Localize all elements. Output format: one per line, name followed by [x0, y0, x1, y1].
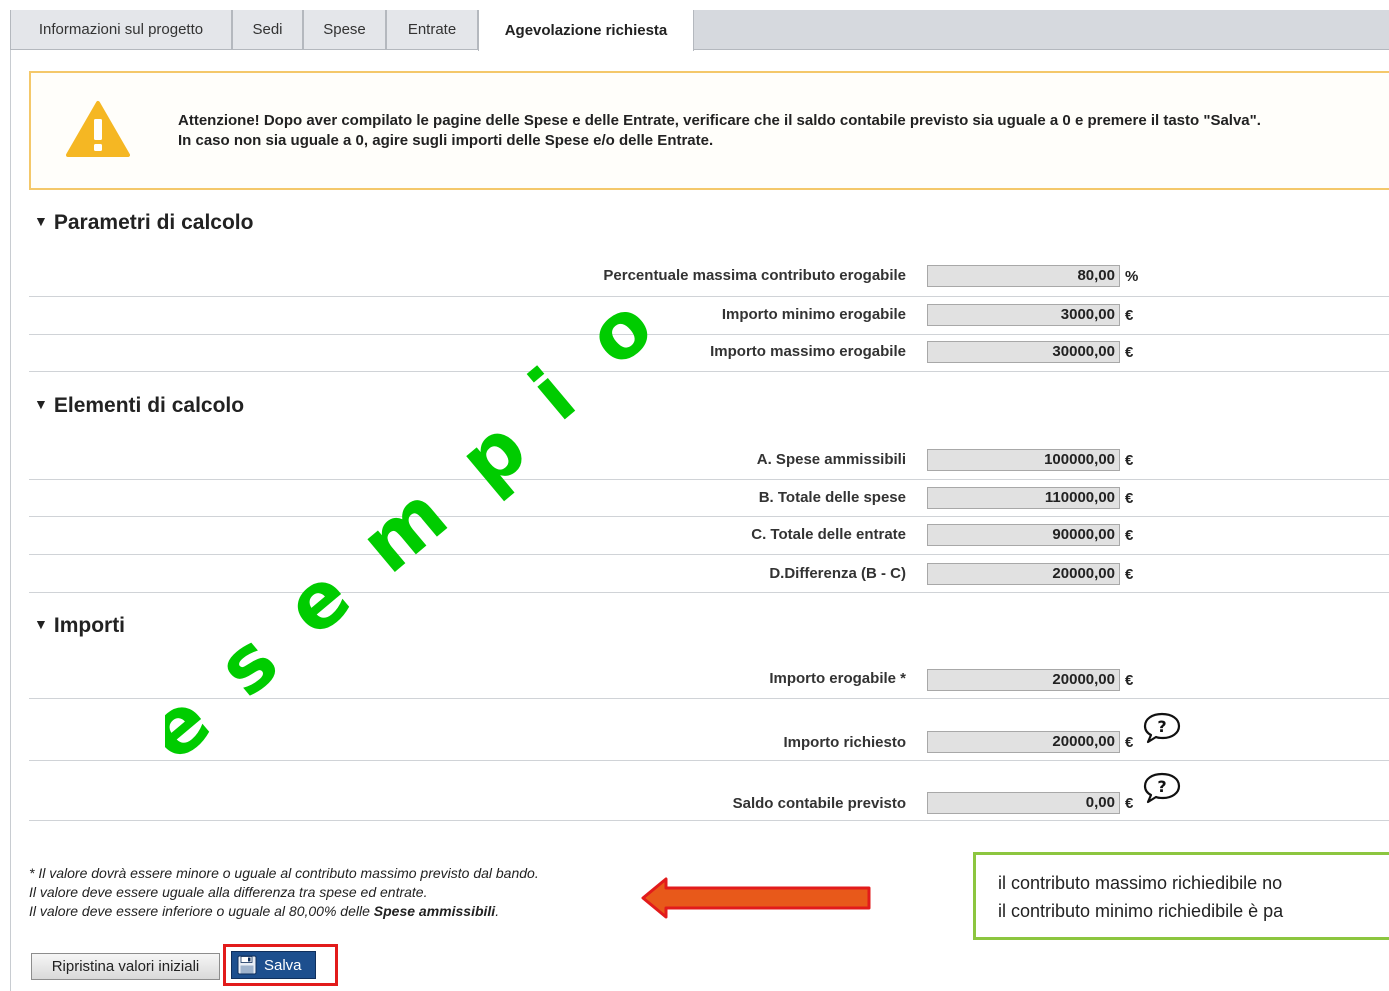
label-differenza: D.Differenza (B - C)	[769, 565, 906, 582]
field-differenza: 20000,00	[927, 563, 1120, 585]
row-divider	[29, 820, 1389, 821]
footnote-1: * Il valore dovrà essere minore o uguale…	[29, 865, 539, 881]
tab-agevolazione-richiesta[interactable]: Agevolazione richiesta	[478, 10, 694, 51]
field-importo-erogabile: 20000,00	[927, 669, 1120, 691]
tab-bar: Informazioni sul progetto Sedi Spese Ent…	[10, 10, 1389, 51]
annotation-line-1: il contributo massimo richiedibile no	[998, 873, 1283, 893]
field-saldo-contabile: 0,00	[927, 792, 1120, 814]
field-totale-entrate: 90000,00	[927, 524, 1120, 546]
footnotes: * Il valore dovrà essere minore o uguale…	[29, 864, 539, 921]
section-parametri-label: Parametri di calcolo	[53, 211, 254, 234]
row-divider	[29, 760, 1389, 761]
unit-euro: €	[1125, 452, 1134, 469]
unit-euro: €	[1125, 490, 1134, 507]
section-elementi-title[interactable]: ▼ Elementi di calcolo	[34, 394, 244, 418]
field-totale-spese: 110000,00	[927, 487, 1120, 509]
annotation-note: il contributo massimo richiedibile no il…	[973, 852, 1389, 940]
label-importo-richiesto: Importo richiesto	[783, 734, 906, 751]
warning-alert: Attenzione! Dopo aver compilato le pagin…	[29, 71, 1389, 190]
collapse-triangle-icon: ▼	[34, 396, 48, 412]
unit-euro: €	[1125, 672, 1134, 689]
annotation-arrow	[641, 877, 871, 919]
warning-icon	[66, 101, 130, 157]
section-parametri-title[interactable]: ▼ Parametri di calcolo	[34, 211, 253, 235]
row-divider	[29, 554, 1389, 555]
section-importi-title[interactable]: ▼ Importi	[34, 614, 125, 638]
label-importo-massimo: Importo massimo erogabile	[710, 343, 906, 360]
row-divider	[29, 592, 1389, 593]
save-button[interactable]: Salva	[231, 951, 316, 979]
footnote-2: Il valore deve essere uguale alla differ…	[29, 884, 428, 900]
unit-euro: €	[1125, 307, 1134, 324]
label-totale-entrate: C. Totale delle entrate	[751, 526, 906, 543]
label-saldo-contabile: Saldo contabile previsto	[732, 795, 906, 812]
tab-entrate[interactable]: Entrate	[386, 10, 478, 49]
question-bubble-icon[interactable]: ?	[1141, 771, 1183, 805]
field-importo-richiesto[interactable]: 20000,00	[927, 731, 1120, 753]
footnote-3-text: Il valore deve essere inferiore o uguale…	[29, 903, 374, 919]
tab-content-frame	[10, 50, 1389, 991]
tab-sedi[interactable]: Sedi	[232, 10, 303, 49]
row-divider	[29, 479, 1389, 480]
section-importi-label: Importi	[53, 614, 126, 637]
collapse-triangle-icon: ▼	[34, 213, 48, 229]
footnote-3-bold: Spese ammissibili	[373, 903, 496, 919]
field-importo-massimo: 30000,00	[927, 341, 1120, 363]
svg-text:?: ?	[1157, 717, 1166, 736]
field-percentuale-massima: 80,00	[927, 265, 1120, 287]
question-bubble-icon[interactable]: ?	[1141, 711, 1183, 745]
field-importo-minimo: 3000,00	[927, 304, 1120, 326]
row-divider	[29, 296, 1389, 297]
field-spese-ammissibili: 100000,00	[927, 449, 1120, 471]
alert-line-2: In caso non sia uguale a 0, agire sugli …	[178, 132, 714, 149]
row-divider	[29, 334, 1389, 335]
label-importo-erogabile: Importo erogabile *	[769, 670, 906, 687]
footnote-3-end: .	[495, 903, 500, 919]
section-elementi-label: Elementi di calcolo	[53, 394, 245, 417]
footnote-3: Il valore deve essere inferiore o uguale…	[29, 902, 539, 921]
unit-euro: €	[1125, 566, 1134, 583]
label-importo-minimo: Importo minimo erogabile	[721, 306, 906, 323]
tab-spese[interactable]: Spese	[303, 10, 386, 49]
collapse-triangle-icon: ▼	[34, 616, 48, 632]
svg-text:?: ?	[1157, 777, 1166, 796]
label-percentuale-massima: Percentuale massima contributo erogabile	[603, 267, 906, 284]
label-spese-ammissibili: A. Spese ammissibili	[756, 451, 906, 468]
save-button-label: Salva	[264, 956, 302, 974]
row-divider	[29, 371, 1389, 372]
unit-percent: %	[1125, 268, 1139, 285]
label-totale-spese: B. Totale delle spese	[758, 489, 906, 506]
reset-button[interactable]: Ripristina valori iniziali	[31, 953, 220, 980]
unit-euro: €	[1125, 527, 1134, 544]
annotation-line-2: il contributo minimo richiedibile è pa	[998, 901, 1284, 921]
floppy-disk-icon	[237, 955, 257, 975]
row-divider	[29, 698, 1389, 699]
alert-message: Attenzione! Dopo aver compilato le pagin…	[178, 111, 1389, 151]
tab-informazioni-progetto[interactable]: Informazioni sul progetto	[10, 10, 232, 49]
unit-euro: €	[1125, 734, 1134, 751]
row-divider	[29, 516, 1389, 517]
unit-euro: €	[1125, 795, 1134, 812]
alert-line-1: Attenzione! Dopo aver compilato le pagin…	[178, 112, 1261, 129]
unit-euro: €	[1125, 344, 1134, 361]
